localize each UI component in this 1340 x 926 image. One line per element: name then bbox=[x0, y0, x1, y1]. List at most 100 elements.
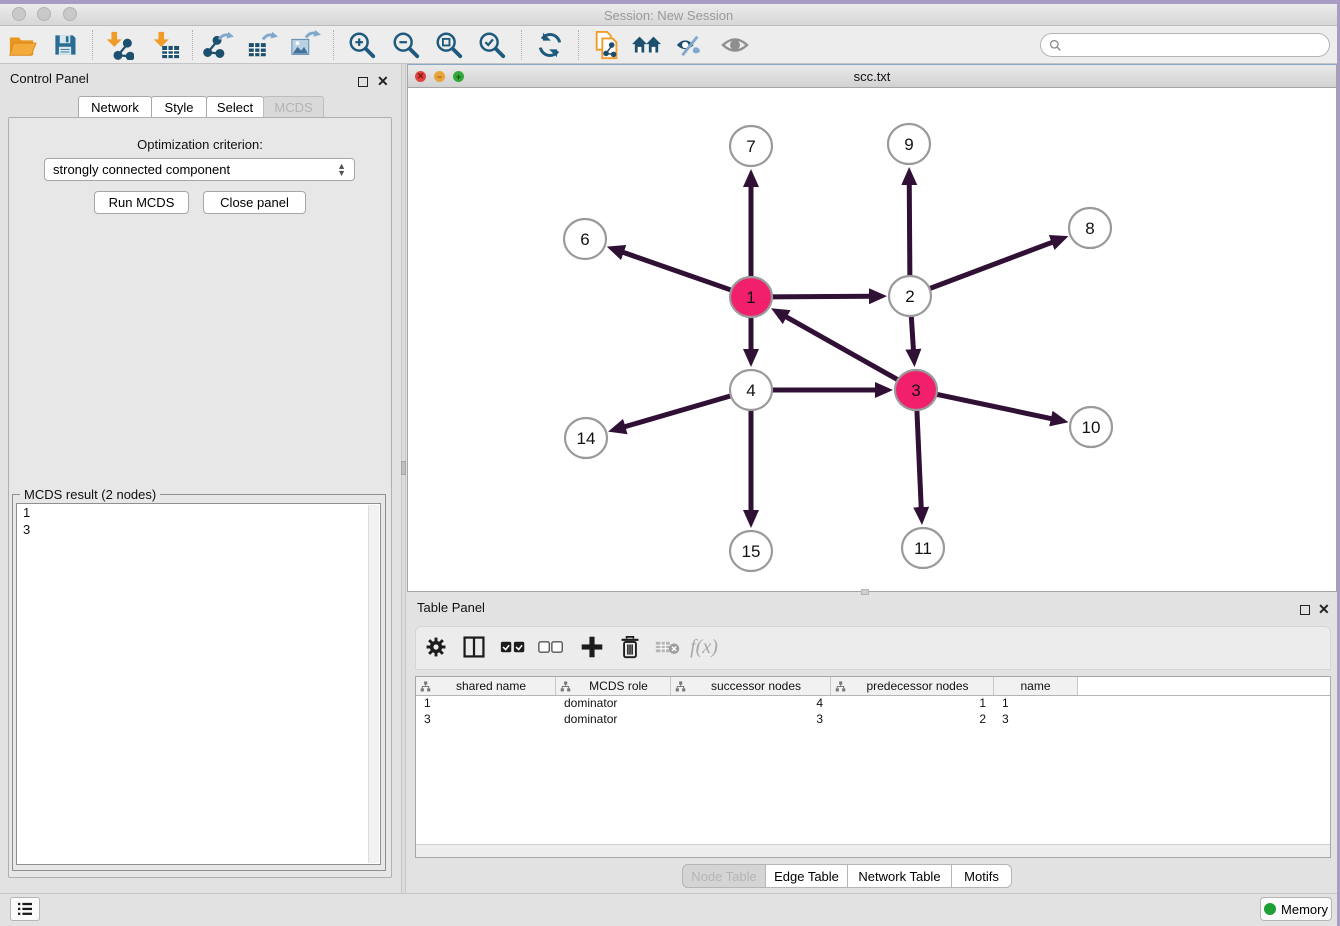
edge-3-10[interactable] bbox=[934, 394, 1054, 419]
tab-edge-table[interactable]: Edge Table bbox=[766, 864, 848, 888]
delete-trash-icon[interactable] bbox=[614, 630, 646, 664]
search-box[interactable] bbox=[1040, 33, 1330, 57]
node-6[interactable]: 6 bbox=[564, 219, 606, 259]
header-filler bbox=[1078, 677, 1330, 695]
import-table-icon[interactable] bbox=[147, 29, 183, 61]
edge-1-2[interactable] bbox=[769, 296, 872, 297]
deselect-all-icon[interactable] bbox=[535, 630, 567, 664]
table-panel-close-icon[interactable]: ✕ bbox=[1318, 601, 1330, 619]
cell-predecessor-nodes[interactable]: 2 bbox=[831, 712, 994, 728]
close-panel-button[interactable]: Close panel bbox=[203, 191, 306, 214]
edge-2-9[interactable] bbox=[909, 182, 910, 278]
open-file-icon[interactable] bbox=[4, 29, 40, 61]
graphics-details-icon[interactable] bbox=[670, 29, 706, 61]
show-columns-icon[interactable] bbox=[458, 630, 490, 664]
control-panel-tabs: Network Style Select MCDS bbox=[78, 96, 323, 118]
node-10[interactable]: 10 bbox=[1070, 407, 1112, 447]
tab-style[interactable]: Style bbox=[151, 96, 207, 118]
table-panel-float-icon[interactable] bbox=[1300, 602, 1310, 620]
node-2[interactable]: 2 bbox=[889, 276, 931, 316]
vertical-splitter-handle[interactable] bbox=[401, 461, 406, 475]
svg-text:2: 2 bbox=[905, 287, 914, 306]
node-8[interactable]: 8 bbox=[1069, 208, 1111, 248]
node-7[interactable]: 7 bbox=[730, 126, 772, 166]
edge-4-14[interactable] bbox=[622, 395, 733, 427]
cell-mcds-role[interactable]: dominator bbox=[556, 696, 671, 712]
tab-motifs[interactable]: Motifs bbox=[952, 864, 1012, 888]
cell-name[interactable]: 3 bbox=[994, 712, 1078, 728]
copy-network-icon[interactable] bbox=[589, 29, 625, 61]
search-input[interactable] bbox=[1066, 38, 1329, 53]
tab-node-table[interactable]: Node Table bbox=[682, 864, 766, 888]
run-mcds-button[interactable]: Run MCDS bbox=[94, 191, 189, 214]
network-graph-svg[interactable]: 7 9 6 8 1 2 4 3 14 10 15 11 bbox=[408, 88, 1336, 590]
column-header-name[interactable]: name bbox=[994, 677, 1078, 695]
cell-mcds-role[interactable]: dominator bbox=[556, 712, 671, 728]
node-9[interactable]: 9 bbox=[888, 124, 930, 164]
function-builder-icon[interactable]: f(x) bbox=[688, 630, 720, 664]
node-11[interactable]: 11 bbox=[902, 528, 944, 568]
first-neighbors-icon[interactable] bbox=[629, 29, 665, 61]
table-panel-title: Table Panel bbox=[417, 600, 485, 615]
control-panel-float-icon[interactable] bbox=[358, 74, 368, 92]
mcds-result-textarea[interactable]: 1 3 bbox=[16, 503, 381, 865]
cell-name[interactable]: 1 bbox=[994, 696, 1078, 712]
show-hide-graphics-eye-icon[interactable] bbox=[717, 29, 753, 61]
select-all-icon[interactable] bbox=[497, 630, 529, 664]
save-session-icon[interactable] bbox=[47, 29, 83, 61]
node-15[interactable]: 15 bbox=[730, 531, 772, 571]
column-header-shared-name[interactable]: shared name bbox=[416, 677, 556, 695]
table-tabs: Node Table Edge Table Network Table Moti… bbox=[682, 864, 1012, 888]
node-14[interactable]: 14 bbox=[565, 418, 607, 458]
table-row[interactable]: 1 dominator 4 1 1 bbox=[416, 696, 1330, 712]
column-header-mcds-role[interactable]: MCDS role bbox=[556, 677, 671, 695]
vertical-splitter[interactable] bbox=[401, 64, 406, 893]
zoom-in-icon[interactable] bbox=[344, 29, 380, 61]
result-scrollbar[interactable] bbox=[368, 505, 379, 863]
add-column-plus-icon[interactable] bbox=[576, 630, 608, 664]
tab-select[interactable]: Select bbox=[206, 96, 264, 118]
criterion-select[interactable]: strongly connected component ▲▼ bbox=[44, 158, 355, 181]
node-4[interactable]: 4 bbox=[730, 370, 772, 410]
horizontal-splitter-handle[interactable] bbox=[861, 589, 869, 595]
export-table-icon[interactable] bbox=[244, 29, 280, 61]
delete-table-icon[interactable] bbox=[652, 630, 684, 664]
svg-text:14: 14 bbox=[577, 429, 596, 448]
node-3[interactable]: 3 bbox=[895, 370, 937, 410]
svg-text:7: 7 bbox=[746, 137, 755, 156]
tab-network[interactable]: Network bbox=[78, 96, 152, 118]
table-horizontal-scrollbar[interactable] bbox=[416, 844, 1330, 857]
cell-shared-name[interactable]: 3 bbox=[416, 712, 556, 728]
edge-2-8[interactable] bbox=[927, 241, 1055, 289]
network-canvas[interactable]: 7 9 6 8 1 2 4 3 14 10 15 11 bbox=[408, 88, 1336, 590]
table-settings-gear-icon[interactable] bbox=[420, 630, 452, 664]
edge-3-1[interactable] bbox=[784, 316, 900, 382]
tab-network-table[interactable]: Network Table bbox=[848, 864, 952, 888]
zoom-out-icon[interactable] bbox=[388, 29, 424, 61]
svg-text:1: 1 bbox=[746, 288, 755, 307]
apply-layout-icon[interactable] bbox=[532, 29, 568, 61]
node-table[interactable]: shared name MCDS role successor nodes pr… bbox=[415, 676, 1331, 858]
zoom-selected-icon[interactable] bbox=[474, 29, 510, 61]
edge-2-3[interactable] bbox=[911, 314, 913, 352]
export-network-icon[interactable] bbox=[200, 29, 236, 61]
zoom-fit-icon[interactable] bbox=[431, 29, 467, 61]
cell-successor-nodes[interactable]: 4 bbox=[671, 696, 831, 712]
edge-1-6[interactable] bbox=[621, 252, 734, 292]
control-panel-title: Control Panel bbox=[10, 71, 89, 86]
import-network-icon[interactable] bbox=[100, 29, 136, 61]
column-header-successor-nodes[interactable]: successor nodes bbox=[671, 677, 831, 695]
task-history-button[interactable] bbox=[10, 897, 40, 921]
memory-button[interactable]: Memory bbox=[1260, 897, 1332, 921]
edge-3-11[interactable] bbox=[917, 408, 922, 510]
node-1[interactable]: 1 bbox=[730, 277, 772, 317]
table-row[interactable]: 3 dominator 3 2 3 bbox=[416, 712, 1330, 728]
cell-predecessor-nodes[interactable]: 1 bbox=[831, 696, 994, 712]
cell-successor-nodes[interactable]: 3 bbox=[671, 712, 831, 728]
tab-mcds[interactable]: MCDS bbox=[263, 96, 324, 118]
list-icon bbox=[17, 902, 33, 916]
cell-shared-name[interactable]: 1 bbox=[416, 696, 556, 712]
export-image-icon[interactable] bbox=[287, 29, 323, 61]
control-panel-close-icon[interactable]: ✕ bbox=[377, 73, 389, 91]
column-header-predecessor-nodes[interactable]: predecessor nodes bbox=[831, 677, 994, 695]
